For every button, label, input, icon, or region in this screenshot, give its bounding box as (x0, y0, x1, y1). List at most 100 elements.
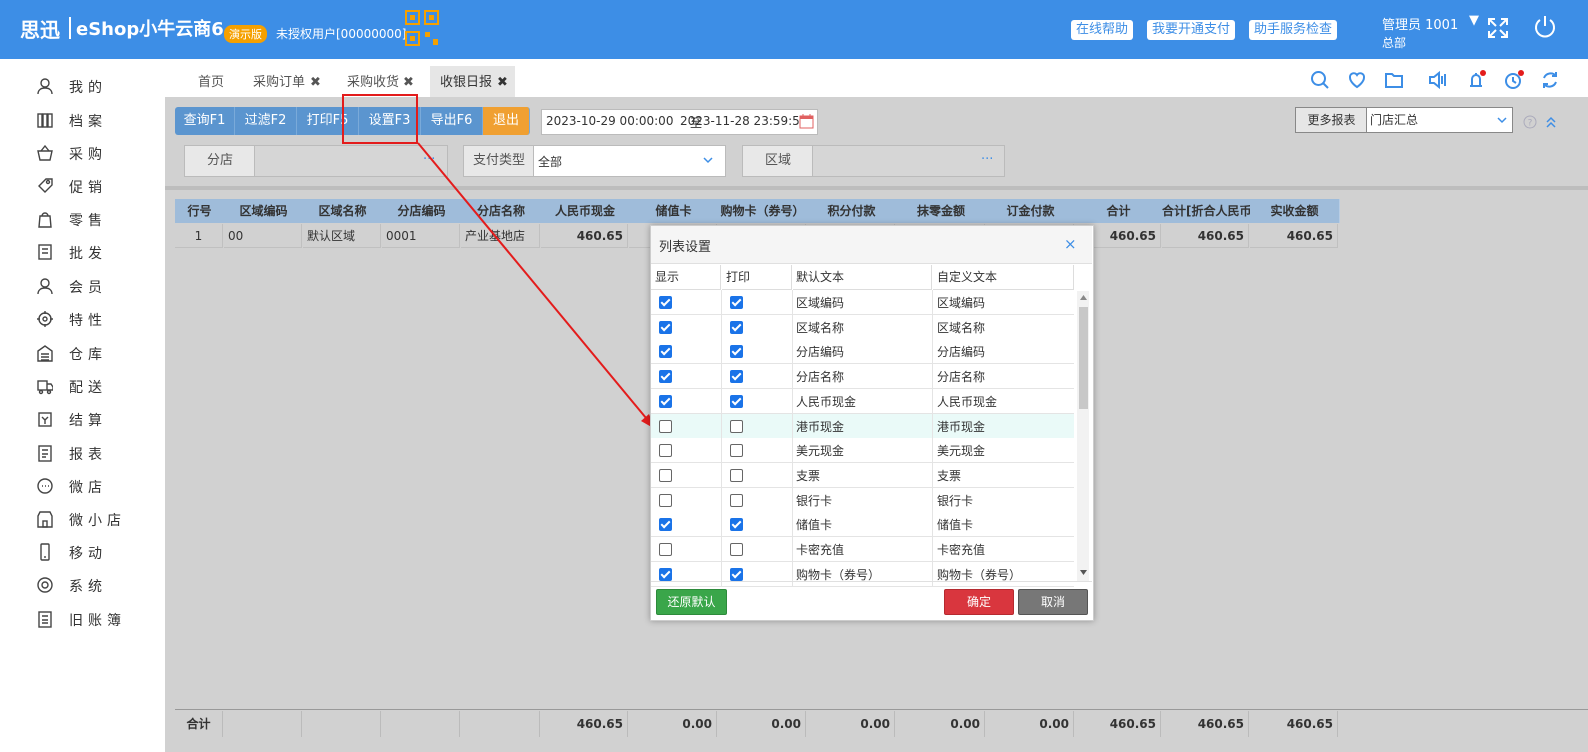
speaker-icon[interactable] (1427, 70, 1447, 90)
custom-text[interactable]: 银行卡 (937, 492, 973, 509)
custom-text[interactable]: 卡密充值 (937, 541, 985, 558)
user-menu-caret[interactable]: ▼ (1469, 13, 1479, 28)
dialog-close-icon[interactable]: × (1064, 235, 1077, 253)
custom-text[interactable]: 区域名称 (937, 319, 985, 336)
print-checkbox[interactable] (730, 394, 743, 408)
sidebar-item-1[interactable]: 档案 (0, 105, 165, 135)
region-field[interactable]: ··· (812, 145, 1005, 177)
grid-header-5[interactable]: 人民币现金 (541, 199, 630, 223)
tab-purchase-receipt-close-icon[interactable]: ✖ (403, 68, 414, 97)
dialog-scroll-thumb[interactable] (1079, 307, 1088, 409)
sidebar-item-3[interactable]: 促销 (0, 171, 165, 201)
sidebar-item-9[interactable]: 配送 (0, 371, 165, 401)
sidebar-item-8[interactable]: 仓库 (0, 338, 165, 368)
grid-cell[interactable]: 460.65 (1250, 224, 1338, 248)
filter-button[interactable]: 过滤F2 (235, 107, 297, 135)
print-checkbox[interactable] (730, 345, 743, 359)
show-checkbox[interactable] (659, 419, 672, 433)
query-button[interactable]: 查询F1 (175, 107, 235, 135)
column-setting-row[interactable]: 购物卡（券号） 购物卡（券号） (651, 561, 1074, 587)
tab-cashier-daily[interactable]: 收银日报 (440, 68, 492, 97)
column-setting-row[interactable]: 支票 支票 (651, 462, 1074, 488)
grid-header-0[interactable]: 行号 (175, 199, 225, 223)
search-icon[interactable] (1310, 70, 1330, 90)
restore-default-button[interactable]: 还原默认 (656, 589, 727, 615)
column-setting-row[interactable]: 人民币现金 人民币现金 (651, 388, 1074, 414)
collapse-up-icon[interactable] (1544, 115, 1558, 129)
sidebar-item-15[interactable]: 系统 (0, 570, 165, 600)
grid-header-2[interactable]: 区域名称 (303, 199, 383, 223)
tab-purchase-receipt[interactable]: 采购收货 (347, 68, 399, 97)
custom-text[interactable]: 分店名称 (937, 368, 985, 385)
date-range-field[interactable]: 2023-10-29 00:00:00 至 2023-11-28 23:59:5… (541, 109, 818, 135)
exit-button[interactable]: 退出 (483, 107, 530, 135)
grid-header-10[interactable]: 订金付款 (986, 199, 1076, 223)
power-icon[interactable] (1532, 14, 1558, 40)
fullscreen-icon[interactable] (1486, 16, 1510, 40)
export-button[interactable]: 导出F6 (421, 107, 483, 135)
show-checkbox[interactable] (659, 370, 672, 384)
grid-header-1[interactable]: 区域编码 (224, 199, 304, 223)
print-checkbox[interactable] (730, 518, 743, 532)
grid-header-9[interactable]: 抹零金额 (896, 199, 987, 223)
custom-text[interactable]: 美元现金 (937, 442, 985, 459)
column-setting-row[interactable]: 区域名称 区域名称 (651, 314, 1074, 340)
tab-home[interactable]: 首页 (198, 68, 224, 97)
region-picker-icon[interactable]: ··· (981, 152, 993, 167)
grid-cell[interactable]: 默认区域 (303, 224, 381, 248)
print-checkbox[interactable] (730, 370, 743, 384)
grid-header-3[interactable]: 分店编码 (382, 199, 462, 223)
print-checkbox[interactable] (730, 296, 743, 309)
cancel-button[interactable]: 取消 (1018, 589, 1088, 615)
column-setting-row[interactable]: 港币现金 港币现金 (651, 413, 1074, 439)
assistant-check-button[interactable]: 助手服务检查 (1249, 20, 1338, 40)
branch-picker-icon[interactable]: ··· (423, 152, 435, 167)
favorite-icon[interactable] (1347, 70, 1367, 90)
column-setting-row[interactable]: 分店编码 分店编码 (651, 339, 1074, 365)
grid-cell[interactable]: 1 (175, 224, 223, 248)
grid-header-7[interactable]: 购物卡（券号） (718, 199, 808, 223)
grid-header-12[interactable]: 合计[折合人民币 (1162, 199, 1251, 223)
refresh-icon[interactable] (1540, 70, 1560, 90)
date-to-text[interactable]: 2023-11-28 23:59:59 (680, 114, 807, 128)
clock-icon[interactable] (1503, 70, 1525, 90)
sidebar-item-12[interactable]: 微店 (0, 471, 165, 501)
column-setting-row[interactable]: 银行卡 银行卡 (651, 487, 1074, 513)
date-from[interactable]: 2023-10-29 00:00:00 (546, 114, 673, 128)
grid-cell[interactable]: 460.65 (1162, 224, 1249, 248)
column-setting-row[interactable]: 卡密充值 卡密充值 (651, 537, 1074, 562)
print-checkbox[interactable] (730, 543, 743, 556)
grid-header-8[interactable]: 积分付款 (807, 199, 897, 223)
sidebar-item-14[interactable]: 移动 (0, 537, 165, 567)
sidebar-item-11[interactable]: 报表 (0, 438, 165, 468)
print-checkbox[interactable] (730, 320, 743, 334)
confirm-button[interactable]: 确定 (944, 589, 1014, 615)
sidebar-item-5[interactable]: 批发 (0, 237, 165, 267)
grid-cell[interactable]: 0001 (382, 224, 460, 248)
show-checkbox[interactable] (659, 320, 672, 334)
print-checkbox[interactable] (730, 419, 743, 433)
scroll-up-icon[interactable] (1079, 294, 1088, 301)
show-checkbox[interactable] (659, 444, 672, 458)
custom-text[interactable]: 储值卡 (937, 516, 973, 533)
qr-code-icon[interactable] (405, 10, 439, 46)
pay-type-select[interactable]: 全部 (533, 145, 726, 177)
print-checkbox[interactable] (730, 444, 743, 458)
grid-cell[interactable]: 产业基地店 (461, 224, 540, 248)
column-setting-row[interactable]: 区域编码 区域编码 (651, 290, 1074, 315)
show-checkbox[interactable] (659, 493, 672, 507)
custom-text[interactable]: 区域编码 (937, 294, 985, 311)
show-checkbox[interactable] (659, 345, 672, 359)
show-checkbox[interactable] (659, 296, 672, 309)
alarm-icon[interactable] (1465, 70, 1487, 90)
sidebar-item-0[interactable]: 我的 (0, 71, 165, 101)
custom-text[interactable]: 支票 (937, 467, 961, 484)
sidebar-item-10[interactable]: 结算 (0, 404, 165, 434)
sidebar-item-7[interactable]: 特性 (0, 304, 165, 334)
folder-icon[interactable] (1384, 70, 1404, 90)
column-setting-row[interactable]: 分店名称 分店名称 (651, 364, 1074, 390)
show-checkbox[interactable] (659, 567, 672, 581)
print-checkbox[interactable] (730, 468, 743, 482)
tab-purchase-order-close-icon[interactable]: ✖ (310, 68, 321, 97)
sidebar-item-6[interactable]: 会员 (0, 271, 165, 301)
